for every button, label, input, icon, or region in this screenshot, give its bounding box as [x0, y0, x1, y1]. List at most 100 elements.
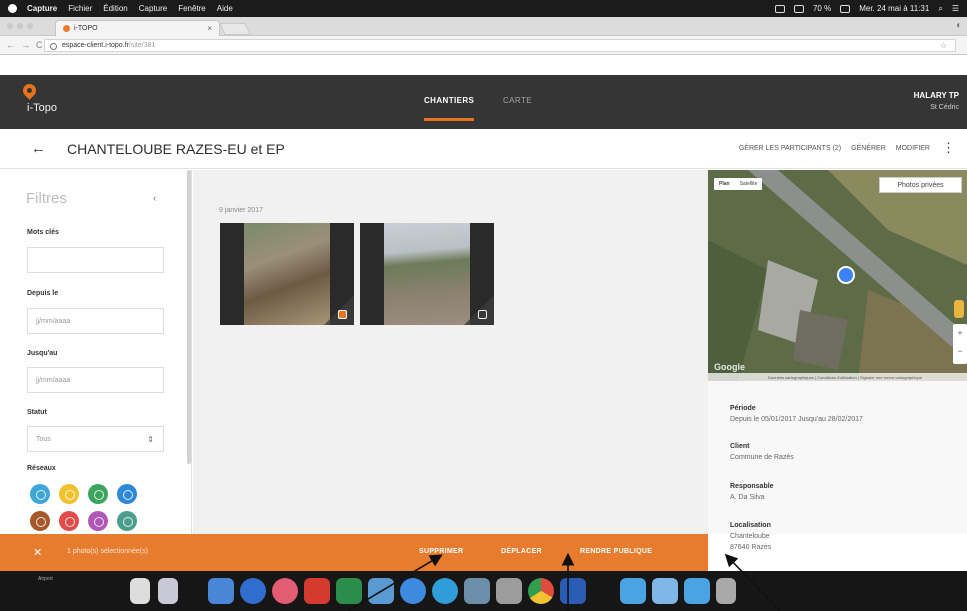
- search-icon[interactable]: ⌕: [938, 4, 942, 14]
- battery-percent: 70 %: [812, 4, 832, 13]
- back-button[interactable]: ←: [31, 140, 46, 157]
- zoom-in-button[interactable]: +: [953, 324, 967, 342]
- delete-button[interactable]: SUPPRIMER: [419, 548, 463, 555]
- status-value: Tous: [36, 436, 51, 443]
- url-path: /site/381: [128, 42, 156, 49]
- menu-edition[interactable]: Édition: [103, 4, 127, 13]
- collapse-sidebar-icon[interactable]: ‹: [153, 193, 156, 204]
- zoom-out-button[interactable]: −: [953, 342, 967, 360]
- responsible-info: Responsable A. Da Silva: [730, 481, 774, 503]
- generate-button[interactable]: GÉNÉRER: [851, 145, 886, 152]
- client-value: Commune de Razès: [730, 454, 794, 461]
- photos-icon[interactable]: [464, 578, 490, 604]
- reload-icon[interactable]: C: [36, 40, 43, 50]
- minimize-window-button[interactable]: [17, 23, 23, 29]
- photo-thumbnail-2[interactable]: [360, 223, 494, 325]
- map-satellite-tab[interactable]: Satellite: [735, 178, 763, 190]
- to-date-input[interactable]: jj/mm/aaaa: [27, 367, 164, 393]
- siri-icon[interactable]: [240, 578, 266, 604]
- close-tab-icon[interactable]: ×: [207, 24, 212, 33]
- network-filter-icon[interactable]: [88, 511, 108, 531]
- browser-toolbar: ← → C espace-client.i-topo.fr/site/381 ☆: [0, 36, 967, 55]
- clear-selection-icon[interactable]: ✕: [33, 546, 42, 559]
- preview-icon[interactable]: [368, 578, 394, 604]
- star-icon[interactable]: ☆: [940, 41, 947, 50]
- edit-button[interactable]: MODIFIER: [896, 145, 930, 152]
- menu-capture[interactable]: Capture: [139, 4, 167, 13]
- status-select[interactable]: Tous ⇕: [27, 426, 164, 452]
- profile-icon[interactable]: ◖: [955, 20, 961, 31]
- network-filter-icon[interactable]: [59, 511, 79, 531]
- info-icon[interactable]: [50, 43, 57, 50]
- new-tab-button[interactable]: [219, 23, 251, 35]
- volume-icon[interactable]: [793, 4, 804, 13]
- photo-checkbox[interactable]: [478, 310, 487, 319]
- dock-app-icon[interactable]: [158, 578, 178, 604]
- keywords-input[interactable]: [27, 247, 164, 273]
- street-view-pegman-icon[interactable]: [954, 300, 964, 318]
- safari-icon[interactable]: [432, 578, 458, 604]
- wifi-icon[interactable]: [774, 4, 785, 13]
- finder-icon[interactable]: [208, 578, 234, 604]
- page-header: ← CHANTELOUBE RAZES-EU et EP GÉRER LES P…: [0, 129, 967, 169]
- zoom-window-button[interactable]: [27, 23, 33, 29]
- move-button[interactable]: DÉPLACER: [501, 548, 542, 555]
- manage-participants-button[interactable]: GÉRER LES PARTICIPANTS (2): [739, 145, 841, 152]
- back-arrow-icon[interactable]: ←: [6, 40, 15, 50]
- powerpoint-icon[interactable]: [304, 578, 330, 604]
- url-host: espace-client.i-topo.fr: [62, 42, 129, 49]
- menu-list-icon[interactable]: ☰: [952, 4, 959, 13]
- sidebar-scrollbar[interactable]: [187, 170, 191, 464]
- word-icon[interactable]: [560, 578, 586, 604]
- battery-icon[interactable]: [840, 4, 851, 13]
- account-name: HALARY TP: [913, 91, 959, 100]
- google-logo: Google: [714, 362, 745, 372]
- more-options-icon[interactable]: ⋮: [942, 141, 955, 154]
- browser-tab[interactable]: i-TOPO ×: [55, 20, 220, 36]
- network-filter-icon[interactable]: [88, 484, 108, 504]
- to-date-label: Jusqu'au: [27, 350, 58, 357]
- itopo-logo[interactable]: i-Topo: [20, 81, 81, 120]
- account-menu[interactable]: HALARY TP St Cédric: [914, 90, 959, 114]
- photo-thumbnail-1[interactable]: [220, 223, 354, 325]
- nav-buttons: ← → C: [6, 40, 43, 50]
- apple-icon[interactable]: [8, 4, 17, 13]
- private-photos-button[interactable]: Photos privées: [879, 177, 962, 193]
- satellite-map[interactable]: Plan Satellite Photos privées + − Google…: [708, 170, 967, 381]
- make-public-button[interactable]: RENDRE PUBLIQUE: [580, 548, 652, 555]
- nav-carte[interactable]: CARTE: [503, 96, 532, 105]
- mail-icon[interactable]: [400, 578, 426, 604]
- forward-arrow-icon[interactable]: →: [21, 40, 30, 50]
- address-bar[interactable]: espace-client.i-topo.fr/site/381 ☆: [44, 39, 956, 52]
- network-filter-icon[interactable]: [30, 484, 50, 504]
- trash-icon[interactable]: [716, 578, 736, 604]
- folder-icon[interactable]: [620, 578, 646, 604]
- menu-app[interactable]: Capture: [27, 4, 57, 13]
- network-filter-icon[interactable]: [30, 511, 50, 531]
- itunes-icon[interactable]: [272, 578, 298, 604]
- network-filter-icon[interactable]: [59, 484, 79, 504]
- location-line1: Chanteloube: [730, 533, 770, 540]
- close-window-button[interactable]: [7, 23, 13, 29]
- downloads-icon[interactable]: [652, 578, 678, 604]
- excel-icon[interactable]: [336, 578, 362, 604]
- menu-aide[interactable]: Aide: [217, 4, 233, 13]
- tab-title: i-TOPO: [74, 25, 98, 32]
- from-date-input[interactable]: jj/mm/aaaa: [27, 308, 164, 334]
- map-plan-tab[interactable]: Plan: [714, 178, 735, 190]
- filters-title: Filtres: [26, 190, 67, 207]
- clock[interactable]: Mer. 24 mai à 11:31: [859, 4, 929, 13]
- chrome-icon[interactable]: [528, 578, 554, 604]
- nav-chantiers[interactable]: CHANTIERS: [424, 96, 475, 121]
- responsible-value: A. Da Silva: [730, 494, 765, 501]
- menu-fenetre[interactable]: Fenêtre: [178, 4, 206, 13]
- photo-checkbox-checked[interactable]: [338, 310, 347, 319]
- network-filter-icon[interactable]: [117, 484, 137, 504]
- maps-icon[interactable]: [496, 578, 522, 604]
- folder-icon[interactable]: [684, 578, 710, 604]
- dock-app-icon[interactable]: [130, 578, 150, 604]
- network-filter-icon[interactable]: [117, 511, 137, 531]
- menu-fichier[interactable]: Fichier: [68, 4, 92, 13]
- location-info: Localisation Chanteloube 87640 Razès: [730, 520, 771, 553]
- map-copyright: Données cartographiques | Conditions d'u…: [708, 373, 967, 381]
